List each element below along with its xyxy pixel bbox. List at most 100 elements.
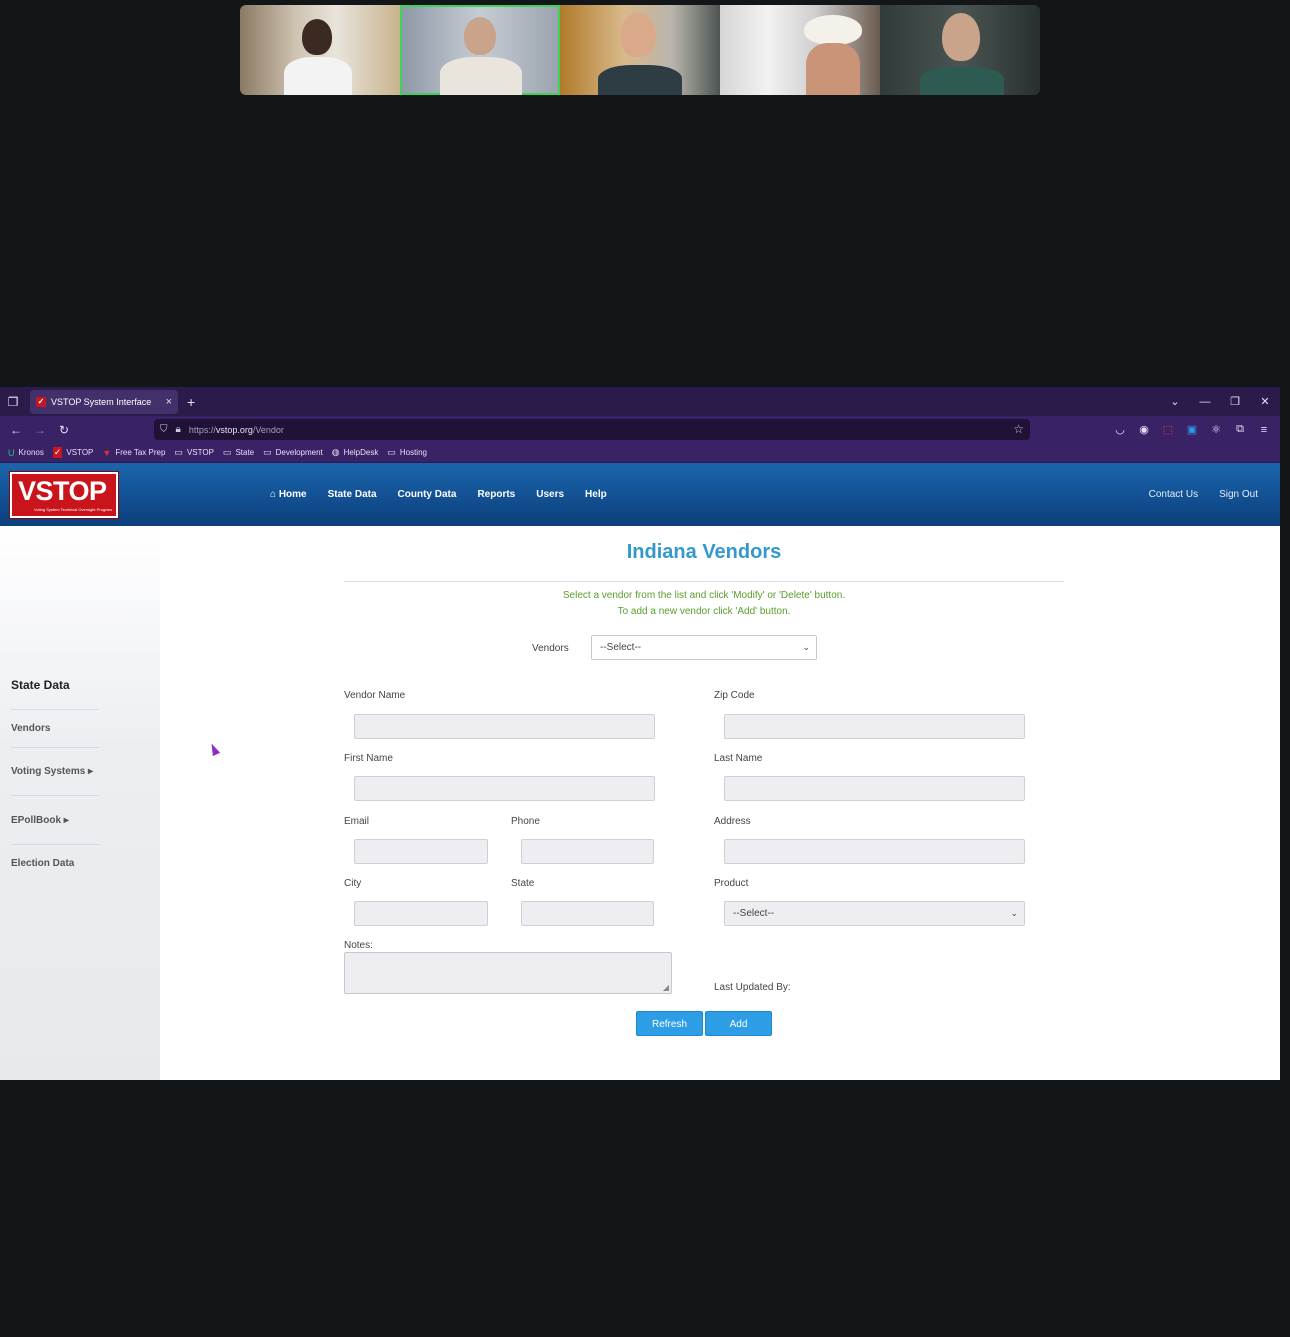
participant-tile[interactable] <box>880 5 1040 95</box>
participant-tile[interactable] <box>720 5 880 95</box>
url-text: https://vstop.org/Vendor <box>188 424 284 435</box>
first-name-field[interactable] <box>354 776 655 801</box>
back-arrow-icon[interactable]: ← <box>4 423 28 437</box>
nav-state-data[interactable]: State Data <box>328 489 377 500</box>
title-divider <box>344 581 1064 582</box>
extension-icons: ◡ ◉ ⬚ ▣ ⚛ ⧉ ≡ <box>1108 416 1276 443</box>
sidebar-item-epollbook[interactable]: EPollBook ▸ <box>11 815 69 826</box>
new-tab-button[interactable]: + <box>187 394 195 410</box>
participant-tile[interactable] <box>560 5 720 95</box>
nav-contact-us[interactable]: Contact Us <box>1149 489 1198 500</box>
vendors-label: Vendors <box>532 643 569 654</box>
react-devtools-icon[interactable]: ⚛ <box>1204 423 1228 436</box>
bookmark-item[interactable]: ◍ HelpDesk <box>332 447 379 458</box>
logo-subtitle: Voting System Technical Oversight Progra… <box>34 507 112 512</box>
browser-tab[interactable]: ✓ VSTOP System Interface × <box>30 389 178 414</box>
bookmark-item[interactable]: ▼ Free Tax Prep <box>102 448 165 458</box>
account-nav: Contact Us Sign Out <box>1128 463 1258 526</box>
nav-county-data[interactable]: County Data <box>398 489 457 500</box>
logo-text: VSTOP <box>18 476 107 506</box>
last-name-label: Last Name <box>714 753 763 764</box>
vendor-name-field[interactable] <box>354 714 655 739</box>
refresh-button[interactable]: Refresh <box>636 1011 703 1036</box>
bookmark-folder[interactable]: ▭ Development <box>263 447 323 458</box>
city-label: City <box>344 878 362 889</box>
first-name-label: First Name <box>344 753 393 764</box>
forward-arrow-icon[interactable]: → <box>28 423 52 437</box>
navigation-toolbar: ← → ↻ ⛉ 🔒︎ https://vstop.org/Vendor ☆ ◡ … <box>0 416 1280 443</box>
lock-icon[interactable]: 🔒︎ <box>176 424 181 435</box>
bookmark-folder[interactable]: ▭ VSTOP <box>174 447 214 458</box>
address-field[interactable] <box>724 839 1025 864</box>
nav-users[interactable]: Users <box>536 489 564 500</box>
address-label: Address <box>714 816 751 827</box>
bookmarks-bar: U Kronos ✓ VSTOP ▼ Free Tax Prep ▭ VSTOP ▭ St… <box>0 443 1280 463</box>
state-field[interactable] <box>521 901 654 926</box>
sidebar-divider <box>11 747 99 748</box>
menu-hamburger-icon[interactable]: ≡ <box>1252 424 1276 436</box>
folder-icon: ▭ <box>174 447 183 457</box>
bookmark-folder[interactable]: ▭ Hosting <box>387 447 427 458</box>
phone-field[interactable] <box>521 839 654 864</box>
notes-textarea[interactable]: ◢ <box>344 952 672 994</box>
folder-icon: ▭ <box>387 447 396 457</box>
reload-icon[interactable]: ↻ <box>52 423 76 437</box>
participant-tile[interactable] <box>240 5 400 95</box>
pdf-extension-icon[interactable]: ⬚ <box>1156 423 1180 436</box>
vendors-select[interactable]: --Select-- ⌄ <box>591 635 817 660</box>
site-header: VSTOP Voting System Technical Oversight … <box>0 463 1280 526</box>
pocket-icon[interactable]: ◡ <box>1108 423 1132 436</box>
shield-icon[interactable]: ⛉ <box>160 424 168 435</box>
page-content: State Data Vendors Voting Systems ▸ EPol… <box>0 526 1280 1080</box>
bookmark-star-icon[interactable]: ☆ <box>1013 422 1024 436</box>
sidebar-item-election-data[interactable]: Election Data <box>11 858 74 869</box>
nav-sign-out[interactable]: Sign Out <box>1219 489 1258 500</box>
extensions-puzzle-icon[interactable]: ⧉ <box>1228 423 1252 436</box>
phone-label: Phone <box>511 816 540 827</box>
extension-badge-icon[interactable]: ▣ <box>1180 423 1204 436</box>
bookmark-item[interactable]: ✓ VSTOP <box>52 447 93 458</box>
bookmark-folder[interactable]: ▭ State <box>223 447 254 458</box>
participant-tile-active[interactable] <box>400 5 560 95</box>
sidebar-item-vendors[interactable]: Vendors <box>11 723 50 734</box>
restore-icon[interactable]: ❐ <box>1220 395 1250 408</box>
tab-list-icon[interactable]: ❐ <box>0 395 26 409</box>
address-bar[interactable]: ⛉ 🔒︎ https://vstop.org/Vendor ☆ <box>154 419 1030 440</box>
tab-close-icon[interactable]: × <box>166 396 172 408</box>
sidebar-divider <box>11 709 99 710</box>
instruction-line-2: To add a new vendor click 'Add' button. <box>617 606 791 617</box>
bookmark-item[interactable]: U Kronos <box>8 448 44 458</box>
tab-overflow-chevron-icon[interactable]: ⌄ <box>1160 395 1190 408</box>
folder-icon: ▭ <box>263 447 272 457</box>
account-icon[interactable]: ◉ <box>1132 423 1156 436</box>
zip-code-label: Zip Code <box>714 690 755 701</box>
tab-title: VSTOP System Interface <box>51 396 152 407</box>
sidebar-divider <box>11 795 99 796</box>
vstop-icon: ✓ <box>52 447 63 458</box>
city-field[interactable] <box>354 901 488 926</box>
last-updated-by-label: Last Updated By: <box>714 982 791 993</box>
browser-window: ❐ ✓ VSTOP System Interface × + ⌄ — ❐ ✕ ←… <box>0 387 1280 1080</box>
product-select[interactable]: --Select-- ⌄ <box>724 901 1025 926</box>
nav-reports[interactable]: Reports <box>477 489 515 500</box>
home-icon: ⌂ <box>270 489 279 500</box>
chevron-down-icon: ⌄ <box>1010 908 1018 918</box>
close-window-icon[interactable]: ✕ <box>1250 395 1280 408</box>
sidebar-item-voting-systems[interactable]: Voting Systems ▸ <box>11 766 93 777</box>
window-controls: ⌄ — ❐ ✕ <box>1160 387 1280 416</box>
vstop-logo[interactable]: VSTOP Voting System Technical Oversight … <box>10 472 118 518</box>
nav-help[interactable]: Help <box>585 489 607 500</box>
sidebar: State Data Vendors Voting Systems ▸ EPol… <box>0 526 160 1080</box>
zip-code-field[interactable] <box>724 714 1025 739</box>
email-field[interactable] <box>354 839 488 864</box>
vendor-name-label: Vendor Name <box>344 690 406 701</box>
minimize-icon[interactable]: — <box>1190 396 1220 408</box>
kronos-icon: U <box>8 447 15 458</box>
nav-home[interactable]: ⌂ Home <box>270 489 307 500</box>
add-button[interactable]: Add <box>705 1011 772 1036</box>
notes-label: Notes: <box>344 940 373 951</box>
resize-grip-icon[interactable]: ◢ <box>663 983 669 992</box>
last-name-field[interactable] <box>724 776 1025 801</box>
state-label: State <box>511 878 535 889</box>
instruction-line-1: Select a vendor from the list and click … <box>562 590 846 601</box>
